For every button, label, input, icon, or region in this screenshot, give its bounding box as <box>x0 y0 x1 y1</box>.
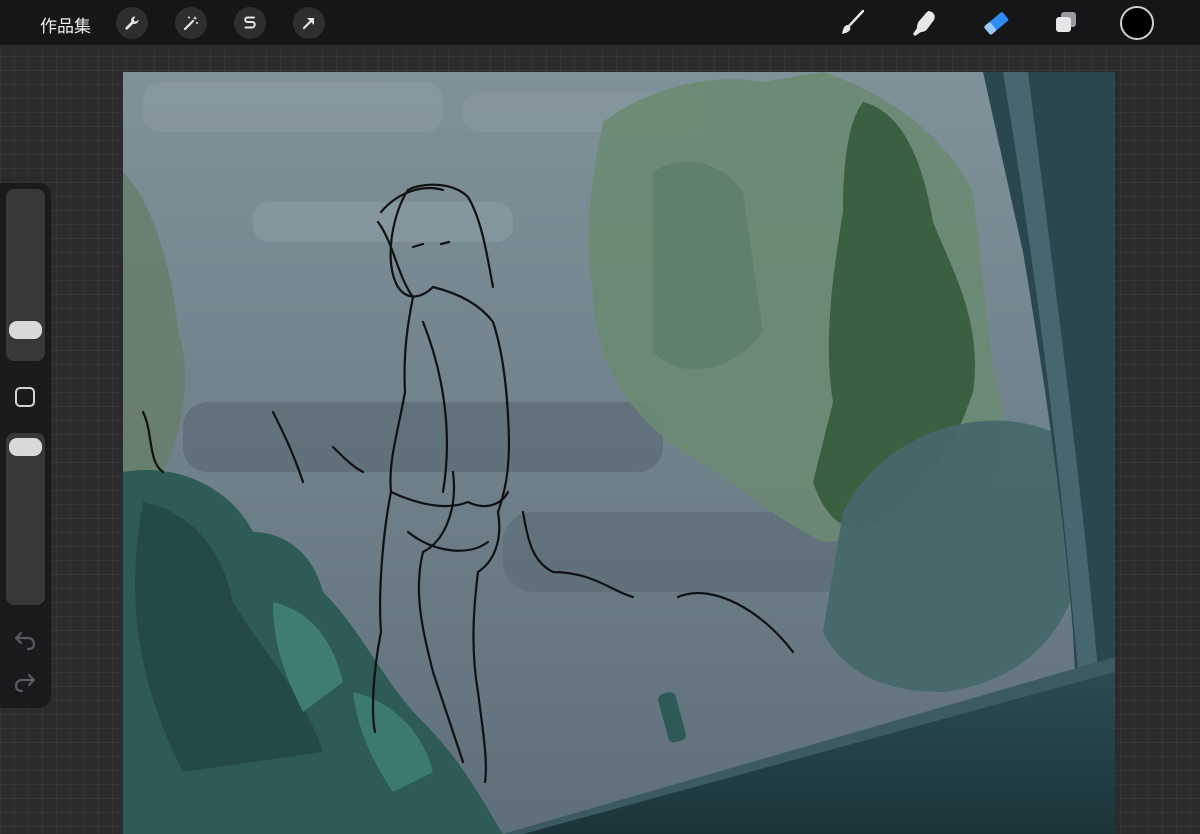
color-picker-button[interactable] <box>1120 6 1154 40</box>
undo-button[interactable] <box>12 626 38 652</box>
adjustments-button[interactable] <box>175 7 207 39</box>
wrench-icon <box>125 16 139 30</box>
redo-button[interactable] <box>12 670 38 696</box>
eraser-icon <box>984 12 1009 35</box>
opacity-slider[interactable] <box>6 433 45 605</box>
actions-button[interactable] <box>116 7 148 39</box>
gallery-button[interactable]: 作品集 <box>40 12 91 37</box>
brush-icon <box>842 9 865 34</box>
layers-button[interactable] <box>1049 6 1083 40</box>
painting-artwork <box>123 72 1115 834</box>
undo-arrow-icon <box>14 631 36 651</box>
smudge-button[interactable] <box>907 6 941 40</box>
layers-icon <box>1056 12 1076 32</box>
eraser-button[interactable] <box>979 6 1013 40</box>
transform-button[interactable] <box>293 7 325 39</box>
brush-button[interactable] <box>835 6 869 40</box>
arrow-cursor-icon <box>302 17 315 30</box>
left-sidebar <box>0 183 51 708</box>
redo-arrow-icon <box>14 673 36 693</box>
opacity-thumb[interactable] <box>9 438 42 456</box>
selection-button[interactable] <box>234 7 266 39</box>
magic-wand-icon <box>183 16 198 31</box>
brush-size-slider[interactable] <box>6 189 45 361</box>
brush-size-thumb[interactable] <box>9 321 42 339</box>
drawing-canvas[interactable] <box>123 72 1115 834</box>
top-toolbar: 作品集 <box>0 0 1200 45</box>
selection-s-icon <box>244 16 256 29</box>
smudge-finger-icon <box>913 11 935 36</box>
modify-button[interactable] <box>15 387 35 407</box>
